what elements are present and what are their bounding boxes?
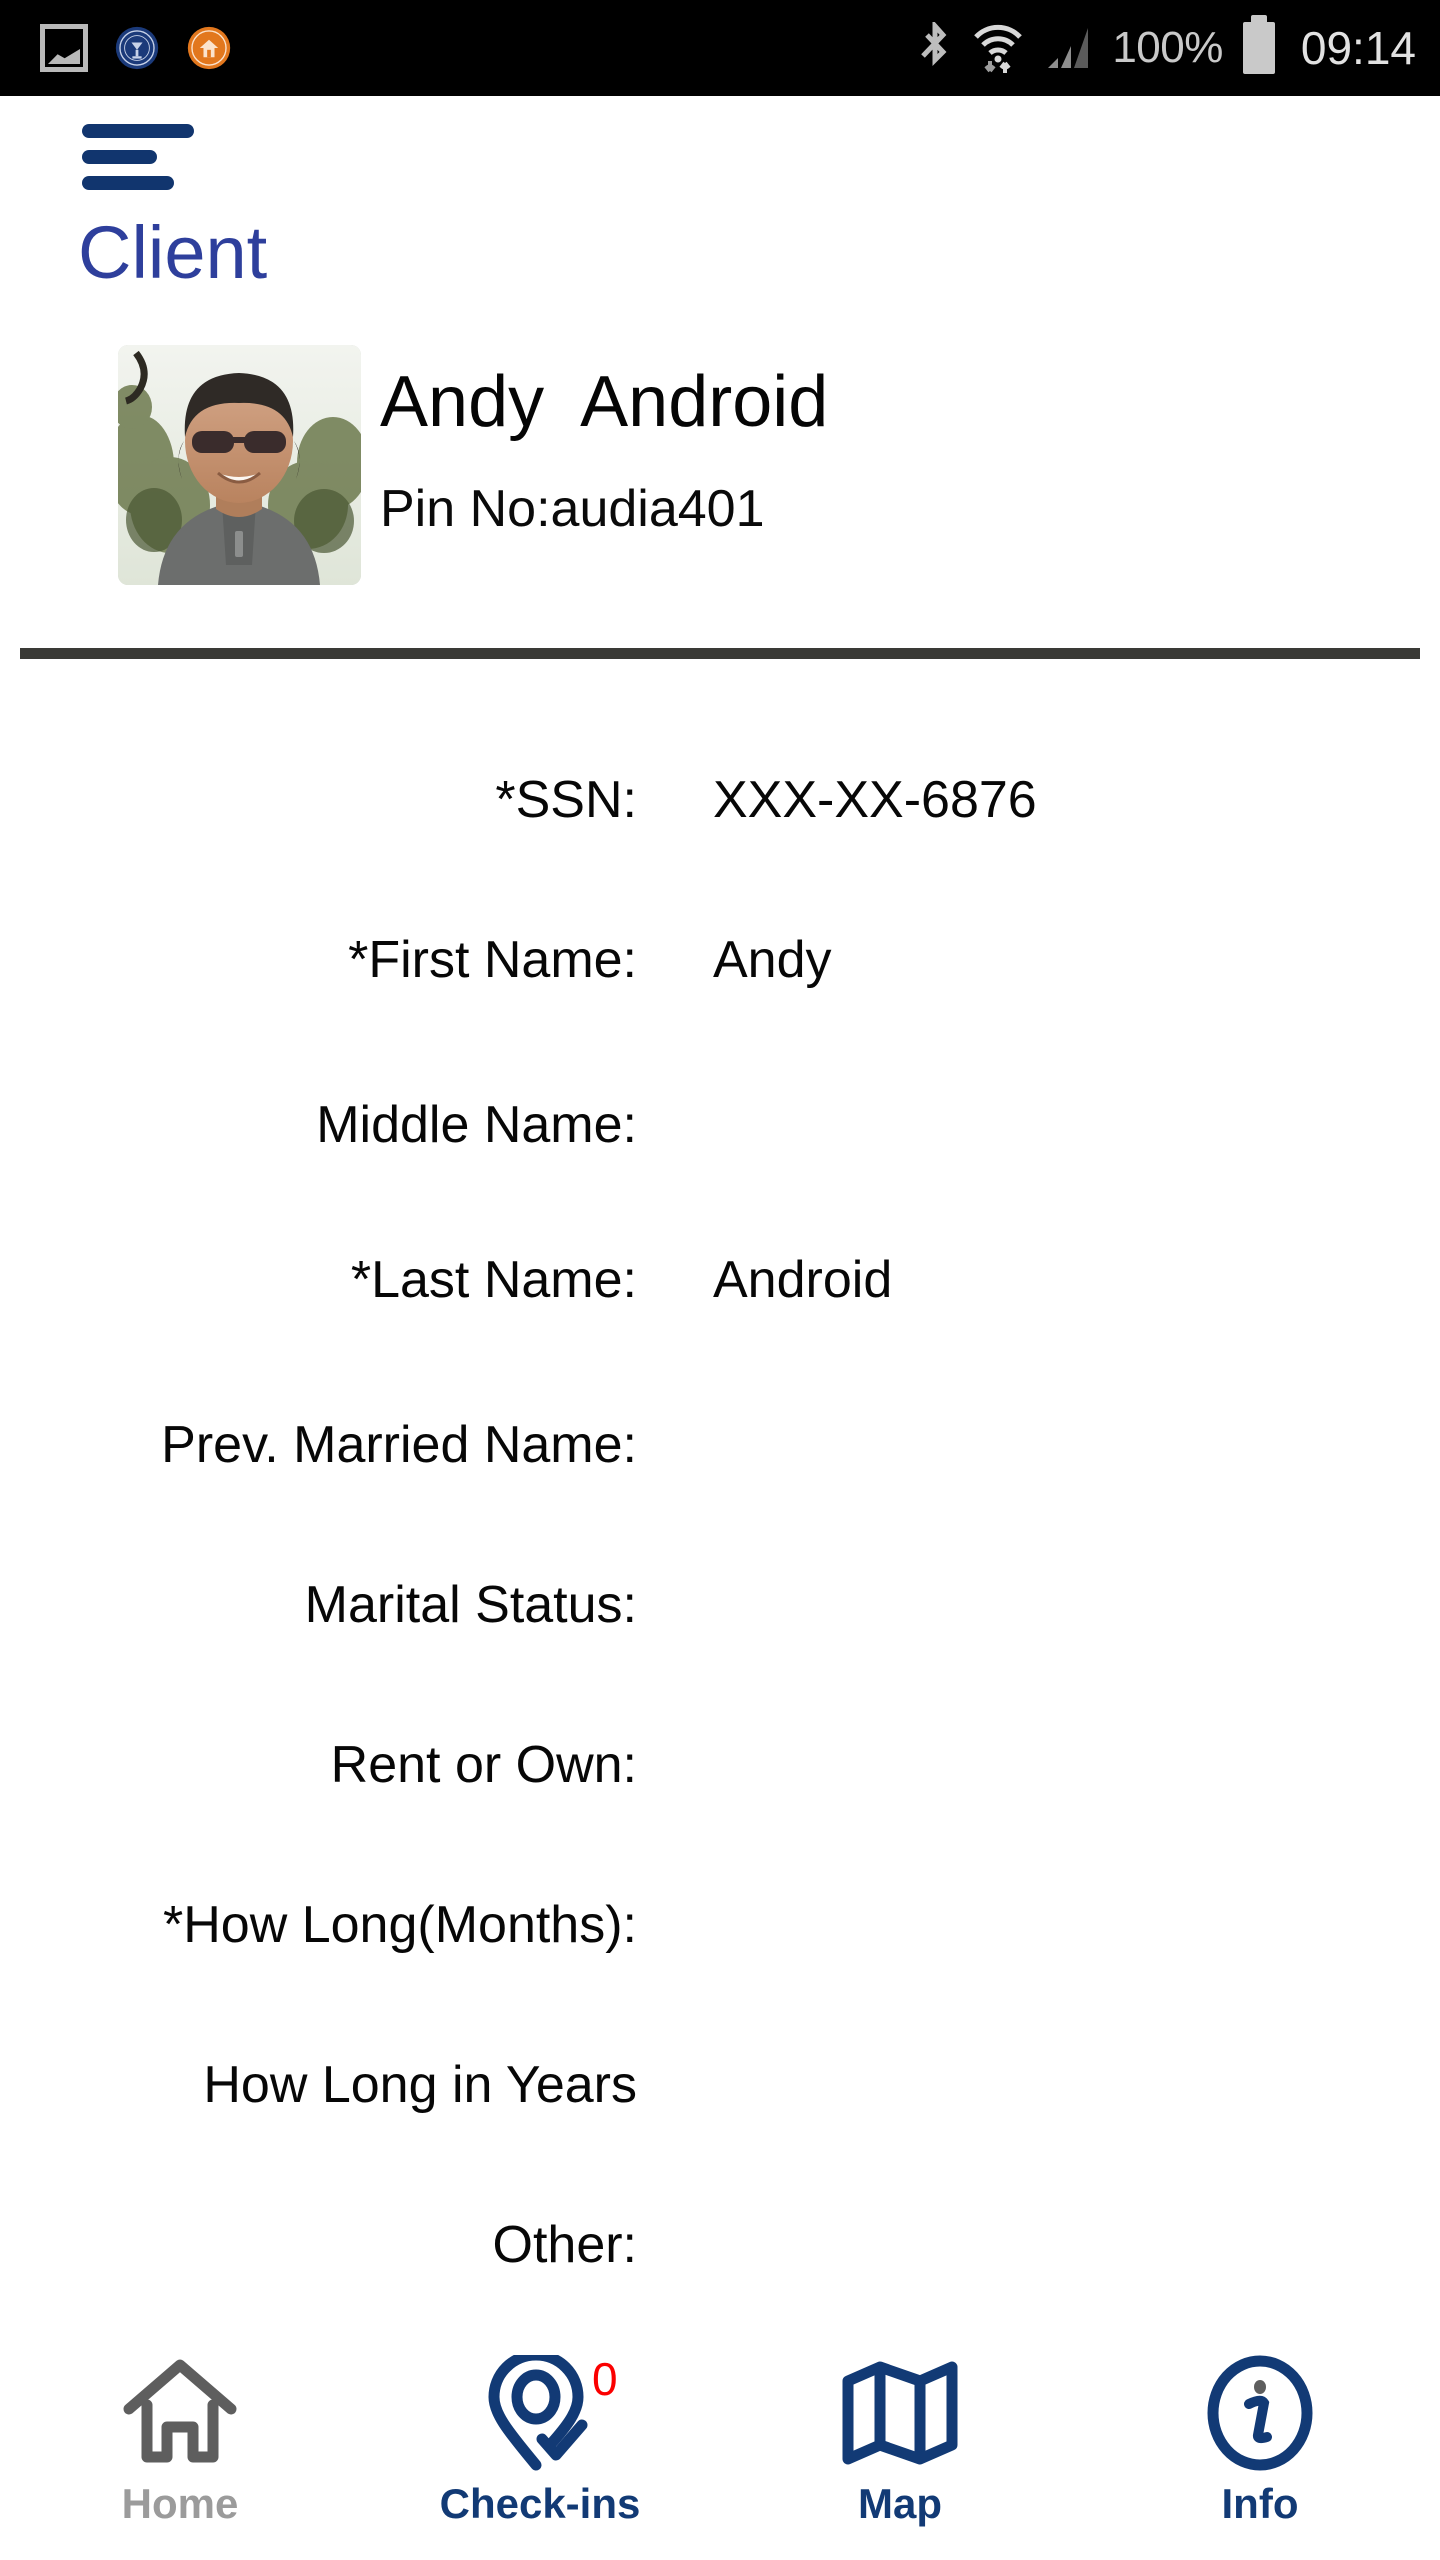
client-pin-number: Pin No:audia401 xyxy=(380,479,765,538)
label-how-long-years: How Long in Years xyxy=(203,2056,637,2114)
form-row-ssn: *SSN: XXX-XX-6876 xyxy=(0,770,1440,930)
nav-item-map[interactable]: Map xyxy=(720,2340,1080,2560)
value-last-name[interactable]: Android xyxy=(713,1250,892,1310)
hamburger-bar-3 xyxy=(82,176,174,190)
battery-full-icon xyxy=(1242,15,1275,74)
map-pin-check-icon xyxy=(484,2354,596,2472)
avatar[interactable] xyxy=(118,345,361,585)
form-row-marital-status: Marital Status: xyxy=(0,1570,1440,1730)
label-how-long-months: *How Long(Months): xyxy=(163,1896,637,1954)
nav-label-home: Home xyxy=(121,2480,239,2527)
app-screen: 100% 09:14 Client Andy Android Pin No:au… xyxy=(0,0,1440,2560)
label-ssn: *SSN: xyxy=(495,771,637,829)
label-marital-status: Marital Status: xyxy=(304,1576,637,1634)
nav-label-map: Map xyxy=(858,2480,942,2527)
nav-item-check-ins[interactable]: 0 Check-ins xyxy=(360,2340,720,2560)
page-title: Client xyxy=(78,211,268,294)
home-icon xyxy=(121,2354,239,2472)
folded-map-icon xyxy=(840,2354,960,2472)
wifi-icon xyxy=(974,24,1023,73)
form-row-prev-married-name: Prev. Married Name: xyxy=(0,1410,1440,1570)
hamburger-bar-2 xyxy=(82,150,157,164)
bluetooth-icon xyxy=(921,22,947,67)
ecell-blue-logo-icon xyxy=(115,26,159,70)
section-divider xyxy=(20,648,1420,659)
check-ins-badge: 0 xyxy=(592,2353,618,2405)
status-bar-notifications xyxy=(0,21,232,75)
avatar-photo xyxy=(118,345,361,585)
ecell-orange-logo-icon xyxy=(187,26,231,70)
label-other: Other: xyxy=(492,2216,638,2274)
form-row-last-name: *Last Name: Android xyxy=(0,1250,1440,1410)
bottom-navigation-bar: Home 0 Check-ins Map Info xyxy=(0,2340,1440,2560)
form-row-rent-or-own: Rent or Own: xyxy=(0,1730,1440,1890)
form-row-middle-name: Middle Name: xyxy=(0,1090,1440,1250)
label-prev-married-name: Prev. Married Name: xyxy=(161,1416,637,1474)
nav-item-home[interactable]: Home xyxy=(0,2340,360,2560)
screenshot-icon xyxy=(40,24,88,72)
info-circle-icon xyxy=(1205,2354,1315,2472)
hamburger-bar-1 xyxy=(82,124,194,138)
label-middle-name: Middle Name: xyxy=(316,1096,637,1154)
client-name: Andy Android xyxy=(380,362,829,442)
form-row-how-long-years: How Long in Years xyxy=(0,2050,1440,2210)
status-bar: 100% 09:14 xyxy=(0,0,1440,96)
client-profile-header: Andy Android Pin No:audia401 xyxy=(0,345,1440,585)
form-row-how-long-months: *How Long(Months): xyxy=(0,1890,1440,2050)
nav-item-info[interactable]: Info xyxy=(1080,2340,1440,2560)
nav-label-check-ins: Check-ins xyxy=(439,2480,641,2527)
signal-bars-icon xyxy=(1048,28,1089,68)
label-rent-or-own: Rent or Own: xyxy=(330,1736,637,1794)
label-last-name: *Last Name: xyxy=(350,1251,637,1309)
status-bar-system-icons: 100% 09:14 xyxy=(918,0,1416,96)
client-details-form: *SSN: XXX-XX-6876 *First Name: Andy Midd… xyxy=(0,770,1440,2370)
hamburger-menu-icon[interactable] xyxy=(82,124,194,196)
battery-percent-label: 100% xyxy=(1112,23,1223,72)
label-first-name: *First Name: xyxy=(348,931,637,989)
profile-text-block: Andy Android Pin No:audia401 xyxy=(380,345,828,539)
value-ssn[interactable]: XXX-XX-6876 xyxy=(713,770,1037,830)
value-first-name[interactable]: Andy xyxy=(713,930,832,990)
status-bar-clock: 09:14 xyxy=(1300,22,1416,74)
nav-label-info: Info xyxy=(1221,2480,1299,2527)
app-header: Client xyxy=(0,96,1440,290)
form-row-first-name: *First Name: Andy xyxy=(0,930,1440,1090)
